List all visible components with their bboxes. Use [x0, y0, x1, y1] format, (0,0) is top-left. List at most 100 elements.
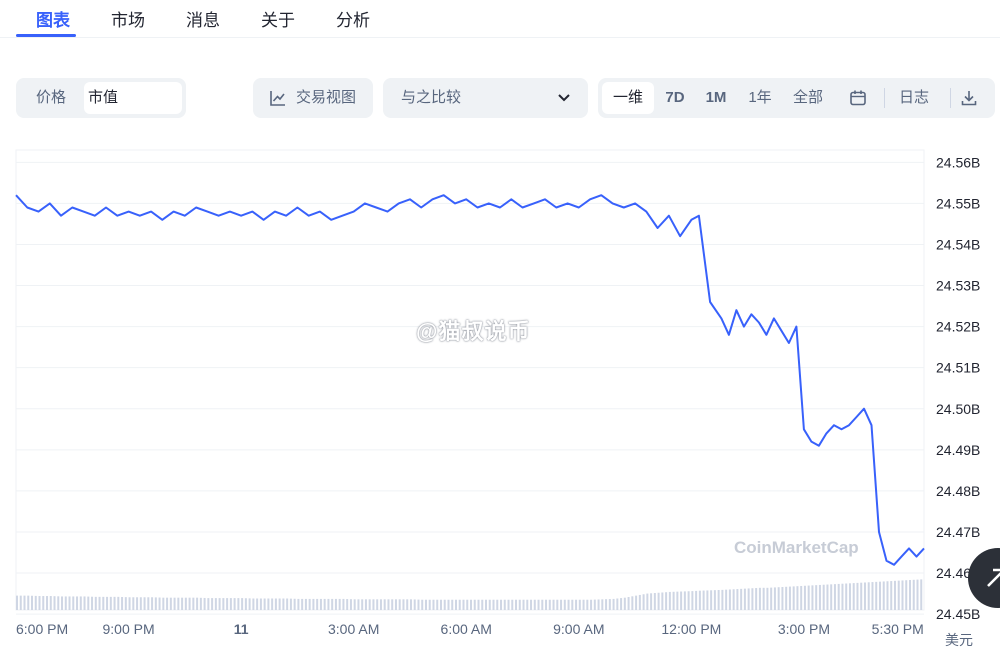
volume-bar — [811, 585, 814, 610]
volume-bar — [436, 599, 439, 610]
volume-bar — [27, 595, 30, 610]
volume-bar — [833, 584, 836, 610]
tab-news[interactable]: 消息 — [186, 6, 220, 31]
range-1m-button[interactable]: 1M — [698, 82, 734, 114]
volume-bar — [319, 598, 322, 610]
volume-bar — [173, 597, 176, 610]
volume-bar — [327, 598, 330, 610]
volume-bar — [323, 598, 326, 610]
volume-bars — [16, 579, 923, 610]
x-tick-label: 3:00 PM — [778, 621, 830, 637]
volume-bar — [181, 597, 184, 610]
volume-bar — [668, 591, 671, 610]
x-axis: 6:00 PM 9:00 PM 11 3:00 AM 6:00 AM 9:00 AM 12:… — [16, 621, 924, 637]
volume-bar — [860, 582, 863, 610]
volume-bar — [571, 599, 574, 610]
chevron-down-icon — [558, 94, 570, 102]
volume-bar — [848, 583, 851, 610]
volume-bar — [372, 599, 375, 610]
volume-bar — [575, 599, 578, 610]
volume-bar — [541, 599, 544, 610]
volume-bar — [747, 588, 750, 610]
volume-bar — [852, 583, 855, 610]
volume-bar — [777, 587, 780, 610]
range-all-button[interactable]: 全部 — [784, 82, 832, 114]
volume-bar — [530, 599, 533, 610]
volume-bar — [822, 584, 825, 610]
volume-bar — [61, 596, 64, 610]
volume-bar — [151, 597, 154, 610]
x-tick-label: 9:00 PM — [102, 621, 154, 637]
volume-bar — [556, 599, 559, 610]
trading-view-button[interactable]: 交易视图 — [253, 78, 373, 118]
x-tick-label: 12:00 PM — [661, 621, 721, 637]
volume-bar — [522, 599, 525, 610]
volume-bar — [507, 599, 510, 610]
volume-bar — [342, 598, 345, 610]
range-1y-button[interactable]: 1年 — [740, 82, 780, 114]
volume-bar — [818, 584, 821, 610]
volume-bar — [578, 599, 581, 610]
tab-market[interactable]: 市场 — [111, 6, 145, 31]
y-tick-label: 24.54B — [936, 236, 980, 252]
tab-about[interactable]: 关于 — [261, 6, 295, 31]
range-selector: 一维 7D 1M 1年 全部 日志 — [598, 78, 995, 118]
volume-bar — [297, 598, 300, 610]
volume-bar — [698, 590, 701, 610]
volume-bar — [612, 598, 615, 610]
volume-bar — [109, 596, 112, 610]
line-series — [15, 194, 925, 566]
metric-cap-button[interactable]: 市值 — [84, 82, 182, 114]
volume-bar — [773, 587, 776, 610]
y-tick-label: 24.50B — [936, 401, 980, 417]
watermark-text: @猫叔说币 — [416, 319, 531, 344]
y-tick-label: 24.56B — [936, 154, 980, 170]
volume-bar — [417, 599, 420, 610]
active-tab-indicator — [16, 34, 76, 37]
volume-bar — [886, 581, 889, 610]
volume-bar — [646, 593, 649, 610]
volume-bar — [31, 595, 34, 610]
volume-bar — [38, 596, 41, 610]
calendar-icon[interactable] — [849, 89, 867, 107]
volume-bar — [192, 597, 195, 610]
y-tick-label: 24.48B — [936, 483, 980, 499]
volume-bar — [837, 583, 840, 610]
volume-bar — [665, 592, 668, 610]
tab-chart[interactable]: 图表 — [36, 6, 70, 31]
range-1d-button[interactable]: 一维 — [602, 82, 654, 114]
volume-bar — [608, 599, 611, 610]
log-scale-button[interactable]: 日志 — [894, 82, 934, 114]
volume-bar — [878, 581, 881, 610]
volume-bar — [98, 596, 101, 610]
volume-bar — [511, 599, 514, 610]
volume-bar — [68, 596, 71, 610]
volume-bar — [334, 598, 337, 610]
volume-bar — [856, 582, 859, 610]
volume-bar — [672, 591, 675, 610]
volume-bar — [64, 596, 67, 610]
volume-bar — [845, 583, 848, 610]
volume-bar — [526, 599, 529, 610]
volume-bar — [42, 596, 45, 610]
volume-bar — [485, 599, 488, 610]
volume-bar — [177, 597, 180, 610]
volume-bar — [466, 599, 469, 610]
metric-price-button[interactable]: 价格 — [20, 82, 82, 114]
volume-bar — [211, 598, 214, 610]
range-7d-button[interactable]: 7D — [656, 82, 694, 114]
volume-bar — [901, 580, 904, 610]
download-icon[interactable] — [960, 89, 978, 107]
volume-bar — [815, 585, 818, 610]
volume-bar — [890, 581, 893, 610]
volume-bar — [653, 593, 656, 610]
volume-bar — [439, 599, 442, 610]
volume-bar — [203, 597, 206, 610]
tab-analysis[interactable]: 分析 — [336, 6, 370, 31]
volume-bar — [631, 596, 634, 610]
compare-dropdown[interactable]: 与之比较 — [383, 78, 588, 118]
volume-bar — [158, 597, 161, 610]
volume-bar — [76, 596, 79, 610]
market-cap-line — [15, 194, 925, 566]
market-cap-chart[interactable]: 24.56B 24.55B 24.54B 24.53B 24.52B 24.51B 24.5… — [0, 140, 1000, 645]
